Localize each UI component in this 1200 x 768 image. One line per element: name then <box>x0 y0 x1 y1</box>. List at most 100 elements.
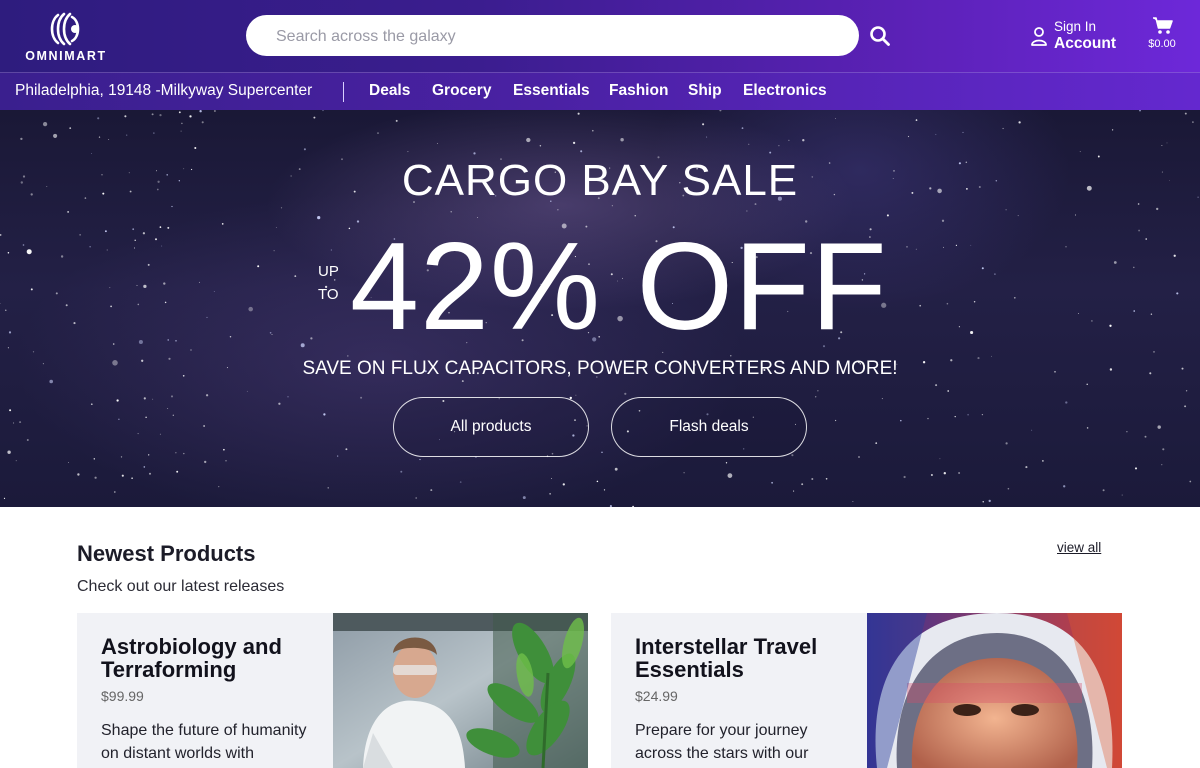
account-button[interactable]: Sign In Account <box>1030 18 1130 56</box>
star <box>1031 429 1033 431</box>
star <box>53 133 58 138</box>
star <box>906 246 908 248</box>
star <box>522 496 526 500</box>
star <box>954 415 956 418</box>
star <box>77 473 80 476</box>
search-button[interactable] <box>868 24 892 48</box>
star <box>1166 142 1168 144</box>
star <box>294 275 297 278</box>
nav-item-electronics[interactable]: Electronics <box>743 82 827 100</box>
star <box>788 139 790 141</box>
star <box>126 134 128 136</box>
star <box>801 483 804 486</box>
star <box>313 116 316 119</box>
star <box>900 419 902 422</box>
nav-item-grocery[interactable]: Grocery <box>432 82 491 100</box>
star <box>26 438 29 442</box>
store-location[interactable]: Philadelphia, 19148 -Milkyway Supercente… <box>15 82 312 100</box>
star <box>79 234 81 236</box>
star <box>221 223 224 225</box>
view-all-link[interactable]: view all <box>1057 540 1101 555</box>
star <box>943 246 944 248</box>
star <box>97 117 100 120</box>
star <box>20 137 23 141</box>
star <box>596 480 599 483</box>
star <box>322 110 324 112</box>
top-header: OMNIMART Sign In Account $0.00 <box>0 0 1200 72</box>
star <box>962 131 964 133</box>
star <box>1111 129 1114 131</box>
flash-deals-button[interactable]: Flash deals <box>611 397 807 457</box>
product-card[interactable]: Astrobiology and Terraforming $99.99 Sha… <box>77 613 588 768</box>
search-bar <box>246 15 859 58</box>
star <box>903 475 906 479</box>
star <box>167 226 170 229</box>
star <box>1144 435 1147 438</box>
star <box>317 215 321 220</box>
star <box>1185 390 1188 392</box>
star <box>287 396 289 398</box>
star <box>345 448 348 451</box>
star <box>973 300 976 303</box>
star <box>603 489 606 491</box>
star <box>152 398 154 400</box>
search-input[interactable] <box>274 15 848 58</box>
star <box>1156 207 1159 211</box>
star <box>172 414 174 416</box>
sign-in-label: Sign In <box>1054 19 1097 34</box>
star <box>727 473 733 478</box>
star <box>988 499 991 503</box>
search-icon <box>870 26 890 46</box>
star <box>981 267 984 270</box>
star <box>275 226 277 229</box>
star <box>143 466 146 468</box>
star <box>907 135 910 138</box>
star <box>725 462 728 464</box>
user-icon <box>1031 27 1047 46</box>
omnimart-logo[interactable]: OMNIMART <box>22 9 110 65</box>
nav-item-fashion[interactable]: Fashion <box>609 82 668 100</box>
star <box>138 339 143 345</box>
star <box>614 467 618 471</box>
star <box>161 245 163 247</box>
nav-item-essentials[interactable]: Essentials <box>513 82 590 100</box>
star <box>65 304 68 307</box>
star <box>13 422 15 424</box>
star <box>1065 246 1067 248</box>
star <box>90 403 93 406</box>
all-products-button[interactable]: All products <box>393 397 589 457</box>
star <box>400 470 403 473</box>
star <box>577 112 580 115</box>
star <box>269 331 272 334</box>
star <box>791 454 794 457</box>
star <box>935 384 938 387</box>
star <box>22 244 25 246</box>
star <box>67 211 69 213</box>
star <box>330 249 332 251</box>
star <box>42 121 48 127</box>
star <box>1145 238 1147 240</box>
nav-item-ship[interactable]: Ship <box>688 82 722 100</box>
star <box>575 394 577 396</box>
star <box>580 150 583 153</box>
star <box>769 151 772 154</box>
star <box>118 418 120 421</box>
cart-button[interactable]: $0.00 <box>1142 16 1184 56</box>
product-description: Prepare for your journey across the star… <box>635 722 809 762</box>
star <box>1102 489 1105 492</box>
star <box>151 113 154 116</box>
star <box>94 476 97 479</box>
star <box>1161 145 1163 147</box>
product-card[interactable]: Interstellar Travel Essentials $24.99 Pr… <box>611 613 1122 768</box>
star <box>183 452 185 455</box>
star <box>930 473 933 477</box>
star <box>915 119 918 121</box>
star <box>430 489 433 492</box>
star <box>153 132 155 134</box>
star <box>8 331 12 334</box>
star <box>1005 442 1008 445</box>
star <box>967 413 969 416</box>
nav-item-deals[interactable]: Deals <box>369 82 410 100</box>
star <box>461 380 464 383</box>
star <box>300 343 305 348</box>
